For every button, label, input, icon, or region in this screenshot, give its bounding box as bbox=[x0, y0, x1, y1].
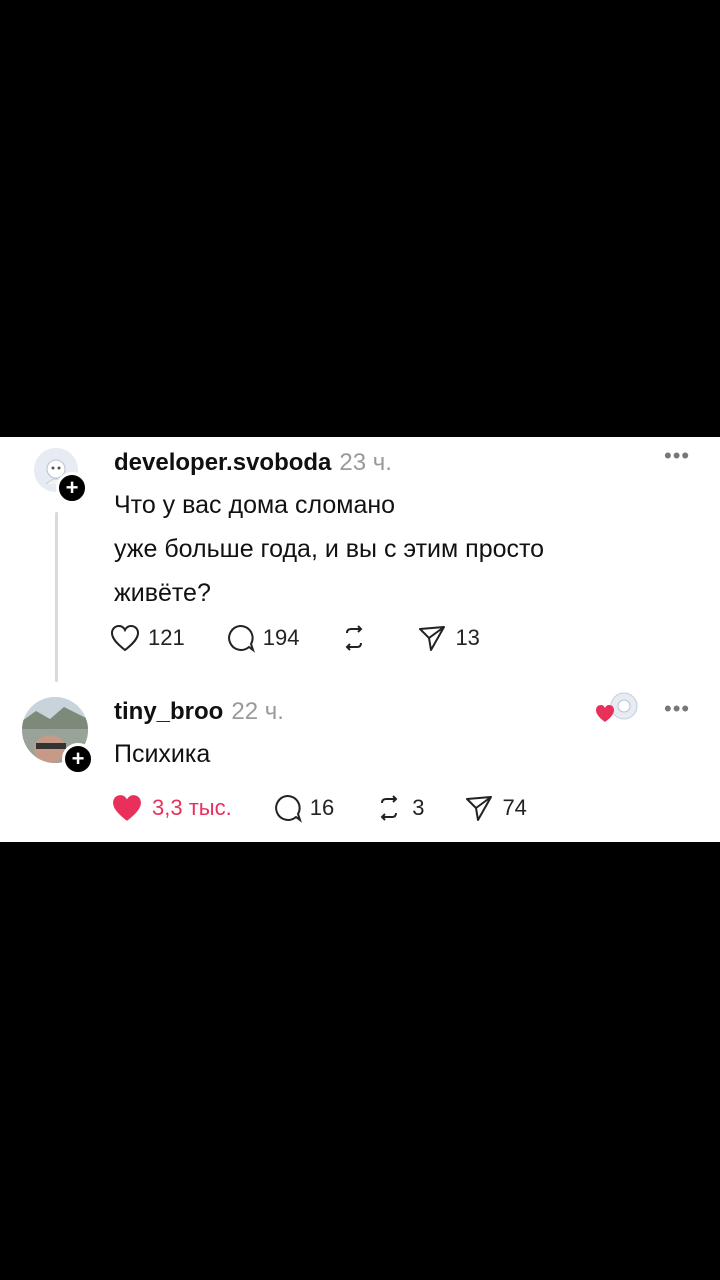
like-button[interactable]: 121 bbox=[110, 624, 185, 652]
share-button[interactable]: 13 bbox=[417, 623, 480, 653]
heart-icon bbox=[110, 793, 144, 823]
share-button[interactable]: 74 bbox=[464, 793, 527, 823]
post-actions: 3,3 тыс. 16 3 74 bbox=[110, 793, 567, 823]
share-count: 13 bbox=[455, 625, 480, 650]
repost-icon bbox=[374, 793, 404, 823]
like-button[interactable]: 3,3 тыс. bbox=[110, 793, 232, 823]
follow-plus-icon[interactable]: + bbox=[56, 472, 88, 504]
repost-button[interactable] bbox=[339, 623, 377, 653]
follow-plus-icon[interactable]: + bbox=[62, 743, 94, 775]
comment-count: 16 bbox=[309, 795, 335, 820]
post-text-line: Психика bbox=[114, 740, 211, 768]
repost-count: 3 bbox=[412, 795, 425, 820]
post-text: Что у вас дома сломано уже больше года, … bbox=[114, 483, 654, 615]
comment-icon bbox=[225, 623, 255, 653]
post-reply: + tiny_broo 22 ч. ••• Психика 3,3 тыс. 16 bbox=[0, 690, 720, 842]
repost-button[interactable]: 3 bbox=[374, 793, 424, 823]
heart-icon bbox=[110, 624, 140, 652]
post-header: tiny_broo 22 ч. bbox=[114, 698, 284, 726]
post-text-line: Что у вас дома сломано bbox=[114, 491, 396, 519]
like-count: 3,3 тыс. bbox=[152, 795, 232, 820]
more-icon[interactable]: ••• bbox=[664, 445, 690, 467]
more-icon[interactable]: ••• bbox=[664, 698, 690, 720]
repost-icon bbox=[339, 623, 369, 653]
timestamp: 22 ч. bbox=[231, 698, 284, 725]
post-header: developer.svoboda 23 ч. bbox=[114, 449, 392, 477]
username[interactable]: developer.svoboda bbox=[114, 449, 331, 476]
author-liked-badge bbox=[595, 692, 639, 726]
share-icon bbox=[464, 793, 494, 823]
comment-icon bbox=[272, 793, 302, 823]
timestamp: 23 ч. bbox=[339, 449, 392, 476]
share-count: 74 bbox=[502, 795, 527, 820]
comment-count: 194 bbox=[262, 625, 300, 650]
like-count: 121 bbox=[148, 625, 185, 650]
post-actions: 121 194 13 bbox=[110, 623, 520, 653]
post-text-line: уже больше года, и вы с этим просто bbox=[114, 535, 545, 563]
post-text-line: живёте? bbox=[114, 579, 211, 607]
post-main: + developer.svoboda 23 ч. ••• Что у вас д… bbox=[0, 437, 720, 687]
post-text: Психика bbox=[114, 732, 210, 776]
share-icon bbox=[417, 623, 447, 653]
comment-button[interactable]: 16 bbox=[272, 793, 334, 823]
username[interactable]: tiny_broo bbox=[114, 698, 223, 725]
comment-button[interactable]: 194 bbox=[225, 623, 300, 653]
